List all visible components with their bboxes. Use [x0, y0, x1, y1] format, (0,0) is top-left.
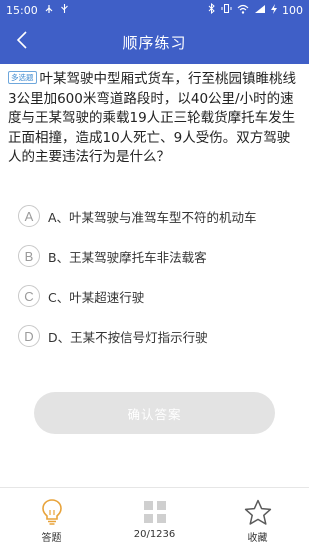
option-a[interactable]: A A、叶某驾驶与准驾车型不符的机动车	[18, 196, 298, 236]
lightbulb-icon	[35, 497, 69, 527]
option-letter: D	[18, 325, 40, 347]
back-button[interactable]	[6, 26, 38, 58]
option-text: D、王某不按信号灯指示行驶	[48, 329, 208, 345]
signal-icon	[254, 4, 266, 17]
option-text: B、王某驾驶摩托车非法载客	[48, 249, 207, 265]
tree-icon	[44, 4, 54, 17]
option-letter: C	[18, 285, 40, 307]
app-bar: 顺序练习	[0, 20, 309, 64]
battery-level: 100	[282, 3, 303, 17]
status-bar: 15:00 100	[0, 0, 309, 20]
bottom-tab-bar: 答题 20/1236 收藏	[0, 487, 309, 550]
tab-label: 答题	[41, 533, 62, 544]
question-text: 叶某驾驶中型厢式货车，行至桃园镇睢桃线3公里加600米弯道路段时，以40公里/小…	[8, 71, 296, 165]
option-text: C、叶某超速行驶	[48, 289, 145, 305]
option-letter: B	[18, 245, 40, 267]
vibrate-icon	[221, 3, 232, 17]
option-b[interactable]: B B、王某驾驶摩托车非法载客	[18, 236, 298, 276]
option-c[interactable]: C C、叶某超速行驶	[18, 276, 298, 316]
options-list: A A、叶某驾驶与准驾车型不符的机动车 B B、王某驾驶摩托车非法载客 C C、…	[18, 196, 298, 356]
question-block: 多选题 叶某驾驶中型厢式货车，行至桃园镇睢桃线3公里加600米弯道路段时，以40公…	[8, 70, 302, 168]
option-text: A、叶某驾驶与准驾车型不符的机动车	[48, 209, 257, 225]
usb-icon	[60, 3, 69, 17]
option-letter: A	[18, 205, 40, 227]
tab-label: 20/1236	[133, 529, 176, 540]
tab-progress[interactable]: 20/1236	[103, 488, 206, 550]
star-icon	[241, 497, 275, 527]
question-type-badge: 多选题	[8, 71, 37, 84]
tab-favorite[interactable]: 收藏	[206, 488, 309, 550]
tab-label: 收藏	[247, 533, 268, 544]
confirm-answer-button[interactable]: 确认答案	[34, 392, 275, 434]
option-d[interactable]: D D、王某不按信号灯指示行驶	[18, 316, 298, 356]
charging-icon	[271, 3, 277, 17]
chevron-left-icon	[16, 31, 28, 53]
page-title: 顺序练习	[122, 33, 187, 52]
wifi-icon	[237, 4, 249, 17]
status-time: 15:00	[6, 3, 38, 17]
tab-answer[interactable]: 答题	[0, 488, 103, 550]
bluetooth-icon	[208, 2, 216, 17]
grid-icon	[138, 497, 172, 527]
